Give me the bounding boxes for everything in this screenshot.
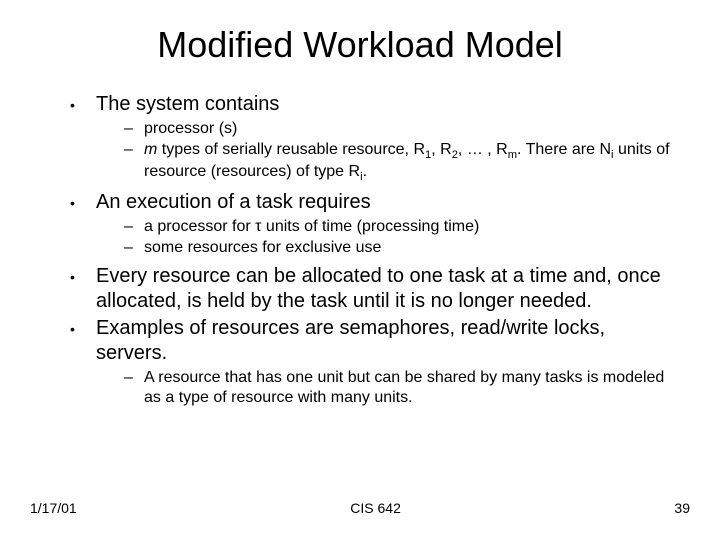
- bullet-2: An execution of a task requires a proces…: [70, 190, 670, 258]
- m-ital: m: [144, 141, 157, 158]
- b1s2-c1: , R: [431, 141, 451, 158]
- bullet-1-text: The system contains: [96, 93, 279, 115]
- bullet-1-sub-1-text: processor (s): [144, 120, 237, 137]
- bullet-1-subs: processor (s) m types of serially reusab…: [96, 119, 670, 184]
- bullet-1-sub-1: processor (s): [124, 119, 670, 139]
- b1s2-c2: , … , R: [458, 141, 508, 158]
- bullet-1: The system contains processor (s) m type…: [70, 92, 670, 184]
- footer-page: 39: [674, 500, 690, 516]
- bullet-4-sub-1-text: A resource that has one unit but can be …: [144, 369, 664, 406]
- bullet-2-text: An execution of a task requires: [96, 191, 371, 213]
- sub-m: m: [508, 149, 517, 161]
- bullet-2-sub-1: a processor for τ units of time (process…: [124, 217, 670, 237]
- bullet-2-sub-2-text: some resources for exclusive use: [144, 239, 381, 256]
- bullet-1-sub-2: m types of serially reusable resource, R…: [124, 140, 670, 184]
- bullet-3: Every resource can be allocated to one t…: [70, 264, 670, 314]
- footer-date: 1/17/01: [30, 500, 77, 516]
- bullet-4-subs: A resource that has one unit but can be …: [96, 368, 670, 408]
- b2s1-pre: a processor for: [144, 218, 255, 235]
- bullet-3-text: Every resource can be allocated to one t…: [96, 265, 661, 312]
- bullet-list: The system contains processor (s) m type…: [30, 92, 690, 408]
- b1s2-mid: types of serially reusable resource, R: [157, 141, 425, 158]
- bullet-4-text: Examples of resources are semaphores, re…: [96, 317, 605, 364]
- bullet-4-sub-1: A resource that has one unit but can be …: [124, 368, 670, 408]
- b1s2-dot: .: [363, 163, 367, 180]
- footer: 1/17/01 CIS 642 39: [30, 500, 690, 516]
- slide-title: Modified Workload Model: [30, 24, 690, 66]
- b2s1-post: units of time (processing time): [261, 218, 479, 235]
- slide: Modified Workload Model The system conta…: [0, 0, 720, 540]
- bullet-4: Examples of resources are semaphores, re…: [70, 316, 670, 408]
- footer-center: CIS 642: [77, 500, 675, 516]
- bullet-2-sub-2: some resources for exclusive use: [124, 238, 670, 258]
- bullet-2-subs: a processor for τ units of time (process…: [96, 217, 670, 258]
- b1s2-after: . There are N: [517, 141, 611, 158]
